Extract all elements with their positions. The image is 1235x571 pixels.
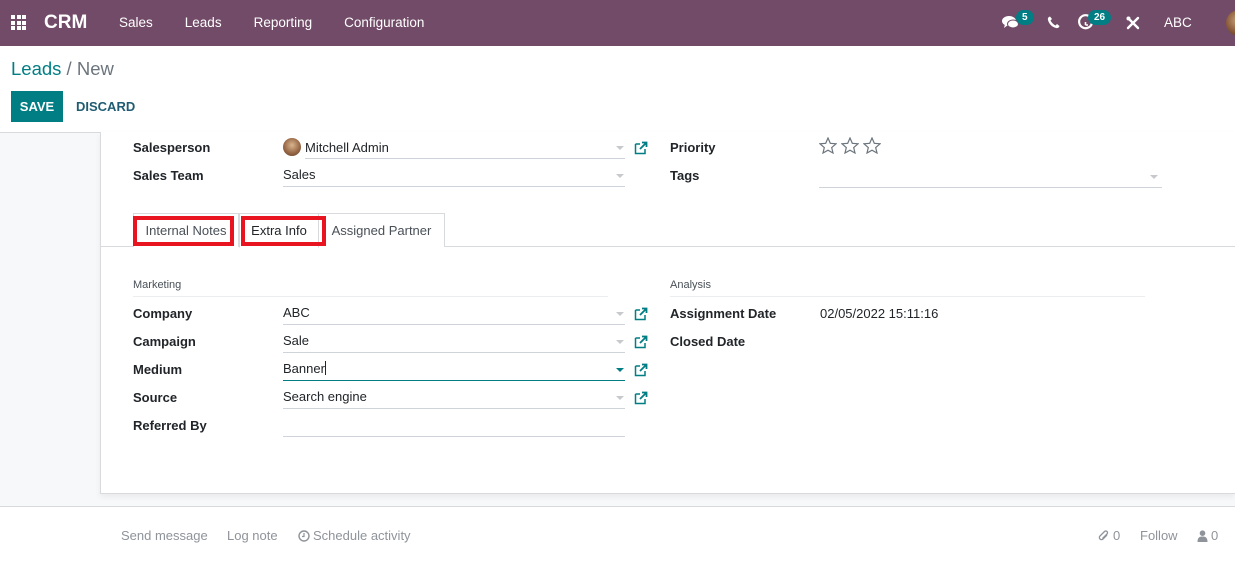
medium-value-wrap: Banner: [283, 361, 625, 376]
star-icon[interactable]: [819, 137, 837, 154]
campaign-label: Campaign: [133, 334, 196, 349]
save-button[interactable]: SAVE: [11, 91, 63, 122]
chevron-down-icon[interactable]: [616, 340, 624, 344]
assignment-date-value: 02/05/2022 15:11:16: [820, 306, 939, 321]
company-switcher[interactable]: ABC: [1164, 15, 1192, 30]
text-cursor: [324, 361, 326, 375]
breadcrumb-leads-link[interactable]: Leads: [11, 58, 61, 79]
source-value: Search engine: [283, 389, 367, 404]
tags-label: Tags: [670, 168, 700, 183]
source-field[interactable]: Search engine: [283, 387, 625, 409]
salesperson-avatar: [283, 138, 301, 156]
schedule-activity-button[interactable]: Schedule activity: [298, 528, 411, 543]
main-menu: Sales Leads Reporting Configuration: [119, 15, 456, 30]
source-label: Source: [133, 390, 178, 405]
menu-item-leads[interactable]: Leads: [185, 15, 222, 30]
salesperson-field[interactable]: Mitchell Admin: [283, 137, 625, 159]
activities-systray[interactable]: 26: [1078, 0, 1112, 46]
referred-by-label: Referred By: [133, 418, 207, 433]
company-label: Company: [133, 306, 193, 321]
assignment-date-label: Assignment Date: [670, 306, 777, 321]
app-brand[interactable]: CRM: [44, 12, 87, 34]
attachments-count: 0: [1113, 528, 1121, 543]
salesperson-label: Salesperson: [133, 140, 211, 155]
send-message-button[interactable]: Send message: [121, 528, 208, 543]
external-link-icon[interactable]: [634, 141, 648, 155]
tab-assigned-partner[interactable]: Assigned Partner: [319, 213, 445, 247]
apps-grid-icon[interactable]: [11, 15, 28, 30]
company-value: ABC: [283, 305, 310, 320]
tags-field[interactable]: [819, 166, 1162, 188]
menu-item-configuration[interactable]: Configuration: [344, 15, 424, 30]
schedule-activity-label: Schedule activity: [313, 528, 411, 543]
marketing-group-title: Marketing: [133, 279, 608, 297]
sales-team-field[interactable]: Sales: [283, 165, 625, 187]
paperclip-icon: [1098, 529, 1109, 540]
sales-team-value: Sales: [283, 167, 316, 182]
external-link-icon[interactable]: [634, 363, 648, 377]
user-avatar[interactable]: [1226, 10, 1235, 36]
analysis-group-title: Analysis: [670, 279, 1145, 297]
attachments-button[interactable]: 0: [1098, 528, 1120, 543]
external-link-icon[interactable]: [634, 335, 648, 349]
phone-icon[interactable]: [1047, 16, 1060, 29]
chevron-down-icon[interactable]: [616, 312, 624, 316]
tools-icon[interactable]: [1126, 16, 1140, 30]
salesperson-value: Mitchell Admin: [305, 140, 625, 159]
discard-button[interactable]: DISCARD: [76, 91, 135, 122]
chevron-down-icon[interactable]: [1150, 175, 1158, 179]
tab-extra-info[interactable]: Extra Info: [239, 213, 319, 248]
breadcrumb-current: New: [76, 58, 114, 79]
medium-label: Medium: [133, 362, 183, 377]
external-link-icon[interactable]: [634, 391, 648, 405]
activities-count-badge: 26: [1088, 10, 1112, 25]
sales-team-label: Sales Team: [133, 168, 204, 183]
breadcrumb: Leads / New: [11, 58, 114, 80]
log-note-button[interactable]: Log note: [227, 528, 278, 543]
medium-value: Banner: [283, 361, 325, 376]
top-navbar: CRM Sales Leads Reporting Configuration …: [0, 0, 1235, 46]
star-icon[interactable]: [841, 137, 859, 154]
followers-count: 0: [1211, 528, 1219, 543]
company-field[interactable]: ABC: [283, 303, 625, 325]
chevron-down-icon[interactable]: [616, 368, 624, 372]
external-link-icon[interactable]: [634, 307, 648, 321]
notebook-tabs: Internal Notes Extra Info Assigned Partn…: [100, 213, 1235, 248]
referred-by-field[interactable]: [283, 415, 625, 437]
breadcrumb-separator: /: [61, 58, 77, 79]
chevron-down-icon[interactable]: [616, 396, 624, 400]
priority-stars: [819, 137, 881, 154]
messages-count-badge: 5: [1016, 10, 1034, 25]
medium-field[interactable]: Banner: [283, 359, 625, 381]
chevron-down-icon[interactable]: [616, 174, 624, 178]
messages-systray[interactable]: 5: [1002, 0, 1034, 46]
chevron-down-icon[interactable]: [616, 146, 624, 150]
star-icon[interactable]: [863, 137, 881, 154]
follow-button[interactable]: Follow: [1140, 528, 1178, 543]
priority-label: Priority: [670, 140, 716, 155]
menu-item-sales[interactable]: Sales: [119, 15, 153, 30]
clock-icon: [298, 529, 310, 542]
campaign-value: Sale: [283, 333, 310, 348]
menu-item-reporting[interactable]: Reporting: [254, 15, 313, 30]
tab-internal-notes[interactable]: Internal Notes: [133, 213, 239, 247]
followers-button[interactable]: 0: [1197, 528, 1218, 543]
closed-date-label: Closed Date: [670, 334, 746, 349]
campaign-field[interactable]: Sale: [283, 331, 625, 353]
user-icon: [1197, 529, 1208, 542]
